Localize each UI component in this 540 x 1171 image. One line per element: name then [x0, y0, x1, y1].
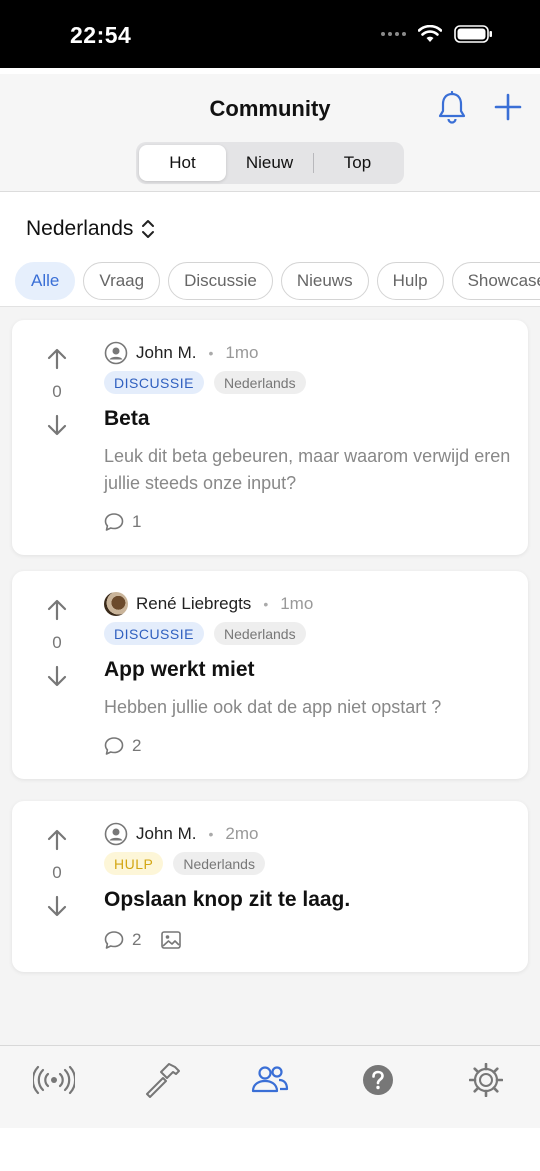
segment-nieuw[interactable]: Nieuw — [226, 145, 313, 181]
settings-icon — [469, 1063, 503, 1097]
chip-vraag[interactable]: Vraag — [83, 262, 161, 300]
bell-icon — [438, 90, 466, 124]
author-name[interactable]: John M. — [136, 824, 196, 844]
post-tags: DISCUSSIE Nederlands — [104, 371, 306, 394]
comments-count-value: 2 — [132, 736, 142, 755]
chip-nieuws[interactable]: Nieuws — [280, 262, 369, 300]
language-value: Nederlands — [26, 217, 134, 240]
filter-chips: Alle Vraag Discussie Nieuws Hulp Showcas… — [15, 262, 540, 300]
post-title: App werkt miet — [104, 658, 255, 681]
post-body: Hebben jullie ook dat de app niet opstar… — [104, 697, 442, 717]
meta-separator: • — [208, 345, 214, 361]
help-icon — [363, 1065, 393, 1095]
community-icon — [251, 1066, 289, 1093]
vote-count: 0 — [52, 382, 62, 401]
notifications-button[interactable] — [436, 90, 468, 130]
tab-settings[interactable] — [464, 1060, 508, 1100]
vote-control: 0 — [44, 829, 70, 917]
post-body: Leuk dit beta gebeuren, maar waarom verw… — [104, 446, 511, 493]
chip-hulp[interactable]: Hulp — [376, 262, 444, 300]
image-icon — [161, 931, 182, 949]
comments-count[interactable]: 2 — [104, 736, 141, 756]
post-meta: René Liebregts • 1mo — [104, 592, 313, 616]
upvote-icon[interactable] — [46, 348, 68, 370]
post-card[interactable]: 0 John M. • 1mo DISCUSSIE Nederlands Bet… — [12, 320, 528, 555]
segment-top[interactable]: Top — [314, 145, 401, 181]
post-time: 1mo — [280, 594, 314, 613]
post-time: 2mo — [225, 824, 259, 843]
post-card[interactable]: 0 John M. • 2mo HULP Nederlands Opslaan … — [12, 801, 528, 972]
category-badge: DISCUSSIE — [104, 371, 204, 394]
chip-discussie[interactable]: Discussie — [168, 262, 273, 300]
vote-control: 0 — [44, 599, 70, 687]
comments-count[interactable]: 1 — [104, 512, 141, 532]
comments-count-value: 2 — [132, 930, 142, 949]
hammer-icon — [146, 1063, 180, 1098]
post-time: 1mo — [225, 343, 259, 362]
post-title: Opslaan knop zit te laag. — [104, 888, 351, 911]
segment-hot[interactable]: Hot — [139, 145, 226, 181]
avatar — [104, 341, 128, 365]
upvote-icon[interactable] — [46, 599, 68, 621]
language-selector[interactable]: Nederlands — [26, 217, 155, 241]
chip-showcase[interactable]: Showcase — [451, 262, 540, 300]
category-badge: HULP — [104, 852, 164, 875]
author-name[interactable]: John M. — [136, 343, 196, 363]
wifi-icon — [418, 25, 442, 42]
language-badge: Nederlands — [213, 622, 306, 645]
tab-tools[interactable] — [140, 1060, 184, 1100]
tab-broadcast[interactable] — [32, 1060, 76, 1100]
tab-community[interactable] — [248, 1060, 292, 1100]
tab-help[interactable] — [356, 1060, 400, 1100]
sort-segmented-control: Hot Nieuw Top — [136, 142, 404, 184]
vote-count: 0 — [52, 863, 62, 882]
meta-separator: • — [208, 826, 214, 842]
language-badge: Nederlands — [213, 371, 306, 394]
post-tags: HULP Nederlands — [104, 852, 265, 875]
plus-icon — [494, 93, 522, 121]
comment-icon[interactable] — [104, 930, 124, 950]
avatar — [104, 822, 128, 846]
signal-icon — [381, 32, 406, 36]
status-bar: 22:54 — [0, 0, 540, 68]
nav-header: Community Hot Nieuw Top — [0, 74, 540, 192]
vote-control: 0 — [44, 348, 70, 436]
comments-count-value: 1 — [132, 512, 142, 531]
status-icons — [381, 24, 494, 44]
avatar — [104, 592, 128, 616]
downvote-icon[interactable] — [46, 414, 68, 436]
meta-separator: • — [263, 596, 269, 612]
chip-alle[interactable]: Alle — [15, 262, 76, 300]
battery-icon — [454, 25, 492, 43]
vote-count: 0 — [52, 633, 62, 652]
tab-bar — [0, 1045, 540, 1128]
author-name[interactable]: René Liebregts — [136, 594, 251, 614]
comment-icon — [104, 737, 124, 755]
post-tags: DISCUSSIE Nederlands — [104, 622, 306, 645]
category-badge: DISCUSSIE — [104, 622, 204, 645]
comment-icon — [104, 513, 124, 531]
broadcast-icon — [33, 1065, 75, 1095]
post-title: Beta — [104, 407, 150, 430]
language-badge: Nederlands — [173, 852, 265, 875]
new-post-button[interactable] — [494, 93, 522, 126]
downvote-icon[interactable] — [46, 895, 68, 917]
post-meta: John M. • 1mo — [104, 341, 258, 365]
post-meta: John M. • 2mo — [104, 822, 258, 846]
post-footer: 2 — [104, 930, 182, 950]
post-card[interactable]: 0 René Liebregts • 1mo DISCUSSIE Nederla… — [12, 571, 528, 779]
chevron-up-down-icon — [142, 220, 155, 238]
status-time: 22:54 — [70, 22, 132, 48]
upvote-icon[interactable] — [46, 829, 68, 851]
downvote-icon[interactable] — [46, 665, 68, 687]
